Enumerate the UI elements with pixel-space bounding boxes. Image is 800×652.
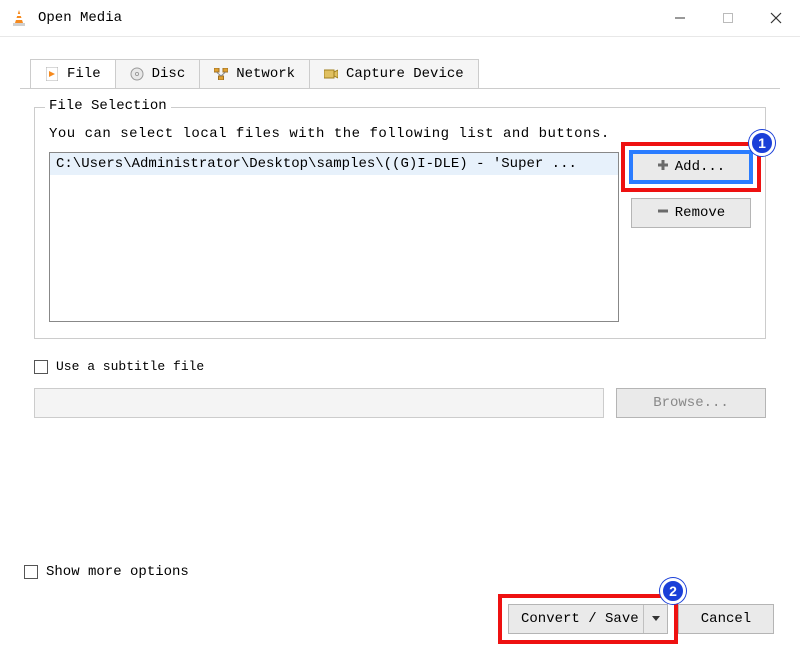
tab-network[interactable]: Network [199, 59, 310, 89]
file-actions: Add... Remove 1 [631, 152, 751, 322]
dialog-content: File Disc Network Capture Device File Se… [0, 36, 800, 652]
subtitle-path-input [34, 388, 604, 418]
tab-file[interactable]: File [30, 59, 116, 89]
cancel-button-label: Cancel [701, 611, 751, 627]
show-more-label: Show more options [46, 564, 189, 580]
maximize-button[interactable] [704, 0, 752, 36]
browse-button: Browse... [616, 388, 766, 418]
browse-button-label: Browse... [653, 395, 729, 411]
tab-disc[interactable]: Disc [115, 59, 201, 89]
subtitle-row: Use a subtitle file [34, 359, 766, 374]
show-more-row: Show more options [24, 564, 189, 580]
tab-panel-file: File Selection You can select local file… [20, 88, 780, 448]
file-list-item[interactable]: C:\Users\Administrator\Desktop\samples\(… [50, 153, 618, 175]
add-button-label: Add... [675, 159, 725, 175]
plus-icon [657, 159, 669, 176]
disc-icon [130, 67, 144, 81]
file-selection-group: File Selection You can select local file… [34, 107, 766, 339]
subtitle-checkbox[interactable] [34, 360, 48, 374]
tab-capture-label: Capture Device [346, 66, 464, 82]
window-title: Open Media [38, 10, 122, 26]
annotation-badge-1: 1 [749, 130, 775, 156]
show-more-checkbox[interactable] [24, 565, 38, 579]
tabbar: File Disc Network Capture Device [0, 37, 800, 89]
tab-file-label: File [67, 66, 101, 82]
tab-capture[interactable]: Capture Device [309, 59, 479, 89]
subtitle-label: Use a subtitle file [56, 359, 204, 374]
cancel-button[interactable]: Cancel [678, 604, 774, 634]
remove-button[interactable]: Remove [631, 198, 751, 228]
close-button[interactable] [752, 0, 800, 36]
file-icon [45, 67, 59, 81]
tab-disc-label: Disc [152, 66, 186, 82]
add-button[interactable]: Add... [631, 152, 751, 182]
tab-network-label: Network [236, 66, 295, 82]
window-controls [656, 0, 800, 36]
chevron-down-icon[interactable] [643, 605, 667, 633]
capture-icon [324, 67, 338, 81]
titlebar: Open Media [0, 0, 800, 36]
minimize-button[interactable] [656, 0, 704, 36]
convert-save-label: Convert / Save [521, 611, 639, 627]
file-list[interactable]: C:\Users\Administrator\Desktop\samples\(… [49, 152, 619, 322]
convert-save-button[interactable]: Convert / Save [508, 604, 668, 634]
dialog-footer: Show more options Convert / Save 2 Cance… [0, 562, 800, 652]
remove-button-label: Remove [675, 205, 725, 221]
minus-icon [657, 205, 669, 222]
file-selection-title: File Selection [45, 98, 171, 114]
file-selection-help: You can select local files with the foll… [49, 126, 751, 142]
vlc-cone-icon [10, 9, 28, 27]
network-icon [214, 67, 228, 81]
annotation-badge-2: 2 [660, 578, 686, 604]
